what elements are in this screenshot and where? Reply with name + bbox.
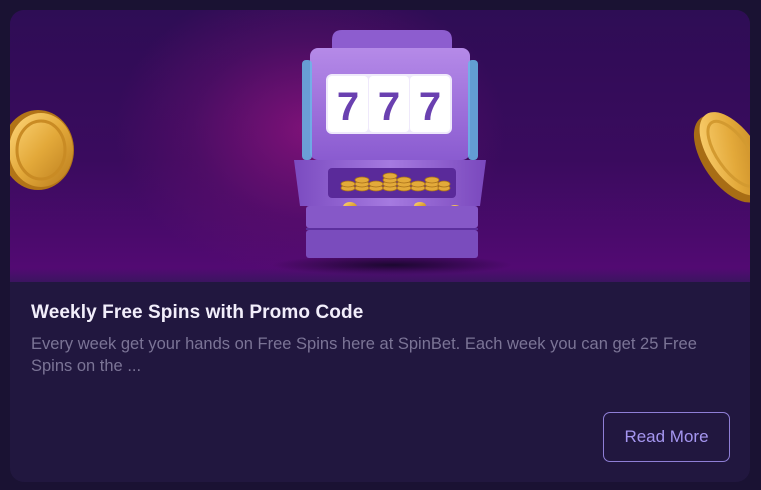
read-more-button[interactable]: Read More	[603, 412, 730, 462]
promo-description: Every week get your hands on Free Spins …	[31, 335, 697, 375]
promo-content: Weekly Free Spins with Promo Code Every …	[10, 282, 750, 482]
promo-title: Weekly Free Spins with Promo Code	[31, 302, 364, 323]
gold-coin-icon	[10, 110, 74, 190]
gold-coin-icon	[693, 112, 750, 203]
promo-banner: 7 7 7	[10, 10, 750, 282]
reel-symbol-1: 7	[337, 85, 359, 129]
reel-symbol-3: 7	[419, 85, 441, 129]
slot-machine-illustration: 7 7 7	[10, 30, 750, 275]
reel-symbol-2: 7	[378, 85, 400, 129]
promo-card[interactable]: 7 7 7 Weekly Free Spins with Promo Code …	[10, 10, 750, 482]
